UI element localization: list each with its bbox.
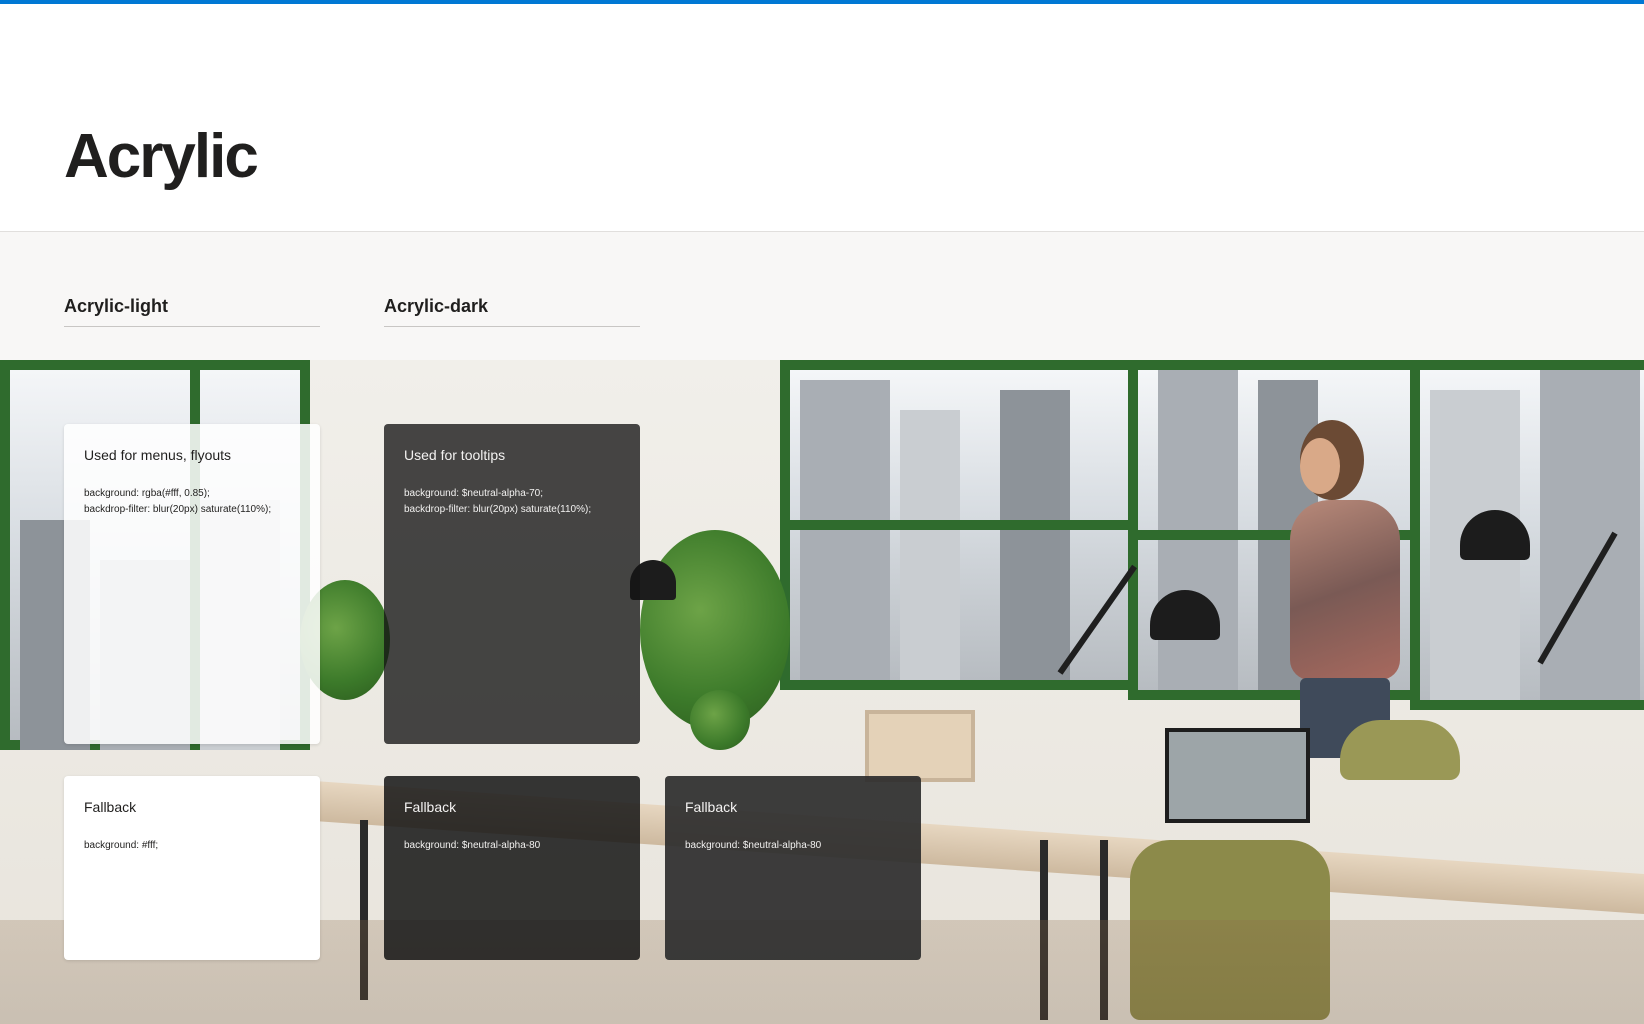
card-code: background: $neutral-alpha-70; backdrop-… xyxy=(404,488,592,515)
fallback-dark-card-2: Fallback background: $neutral-alpha-80 xyxy=(665,776,921,960)
card-code: background: $neutral-alpha-80 xyxy=(404,840,541,851)
photo-laptop xyxy=(865,710,975,782)
card-title: Used for tooltips xyxy=(404,447,506,463)
card-code: background: rgba(#fff, 0.85); backdrop-f… xyxy=(84,488,272,515)
photo-person-face xyxy=(1300,438,1340,494)
acrylic-dark-card: Used for tooltips background: $neutral-a… xyxy=(384,424,640,744)
card-title: Fallback xyxy=(685,799,738,815)
card-title: Used for menus, flyouts xyxy=(84,447,232,463)
section-heading-label: Acrylic-dark xyxy=(384,296,489,316)
page-title: Acrylic xyxy=(64,122,259,191)
section-heading-label: Acrylic-light xyxy=(64,296,169,316)
card-title: Fallback xyxy=(84,799,137,815)
fallback-dark-card: Fallback background: $neutral-alpha-80 xyxy=(384,776,640,960)
photo-building xyxy=(800,380,890,680)
photo-window-mullion xyxy=(790,520,1130,530)
card-title: Fallback xyxy=(404,799,457,815)
photo-chair xyxy=(1340,720,1460,780)
photo-plant xyxy=(690,690,750,750)
fallback-light-card: Fallback background: #fff; xyxy=(64,776,320,960)
acrylic-light-card: Used for menus, flyouts background: rgba… xyxy=(64,424,320,744)
photo-laptop xyxy=(1165,728,1310,823)
photo-building xyxy=(1000,390,1070,680)
photo-building xyxy=(900,410,960,680)
section-heading-acrylic-dark: Acrylic-dark xyxy=(384,296,640,327)
card-code: background: #fff; xyxy=(84,840,159,851)
photo-person-body xyxy=(1290,500,1400,680)
section-heading-acrylic-light: Acrylic-light xyxy=(64,296,320,327)
photo-building xyxy=(1540,370,1640,700)
card-code: background: $neutral-alpha-80 xyxy=(685,840,822,851)
page-header: Acrylic xyxy=(0,4,1644,232)
